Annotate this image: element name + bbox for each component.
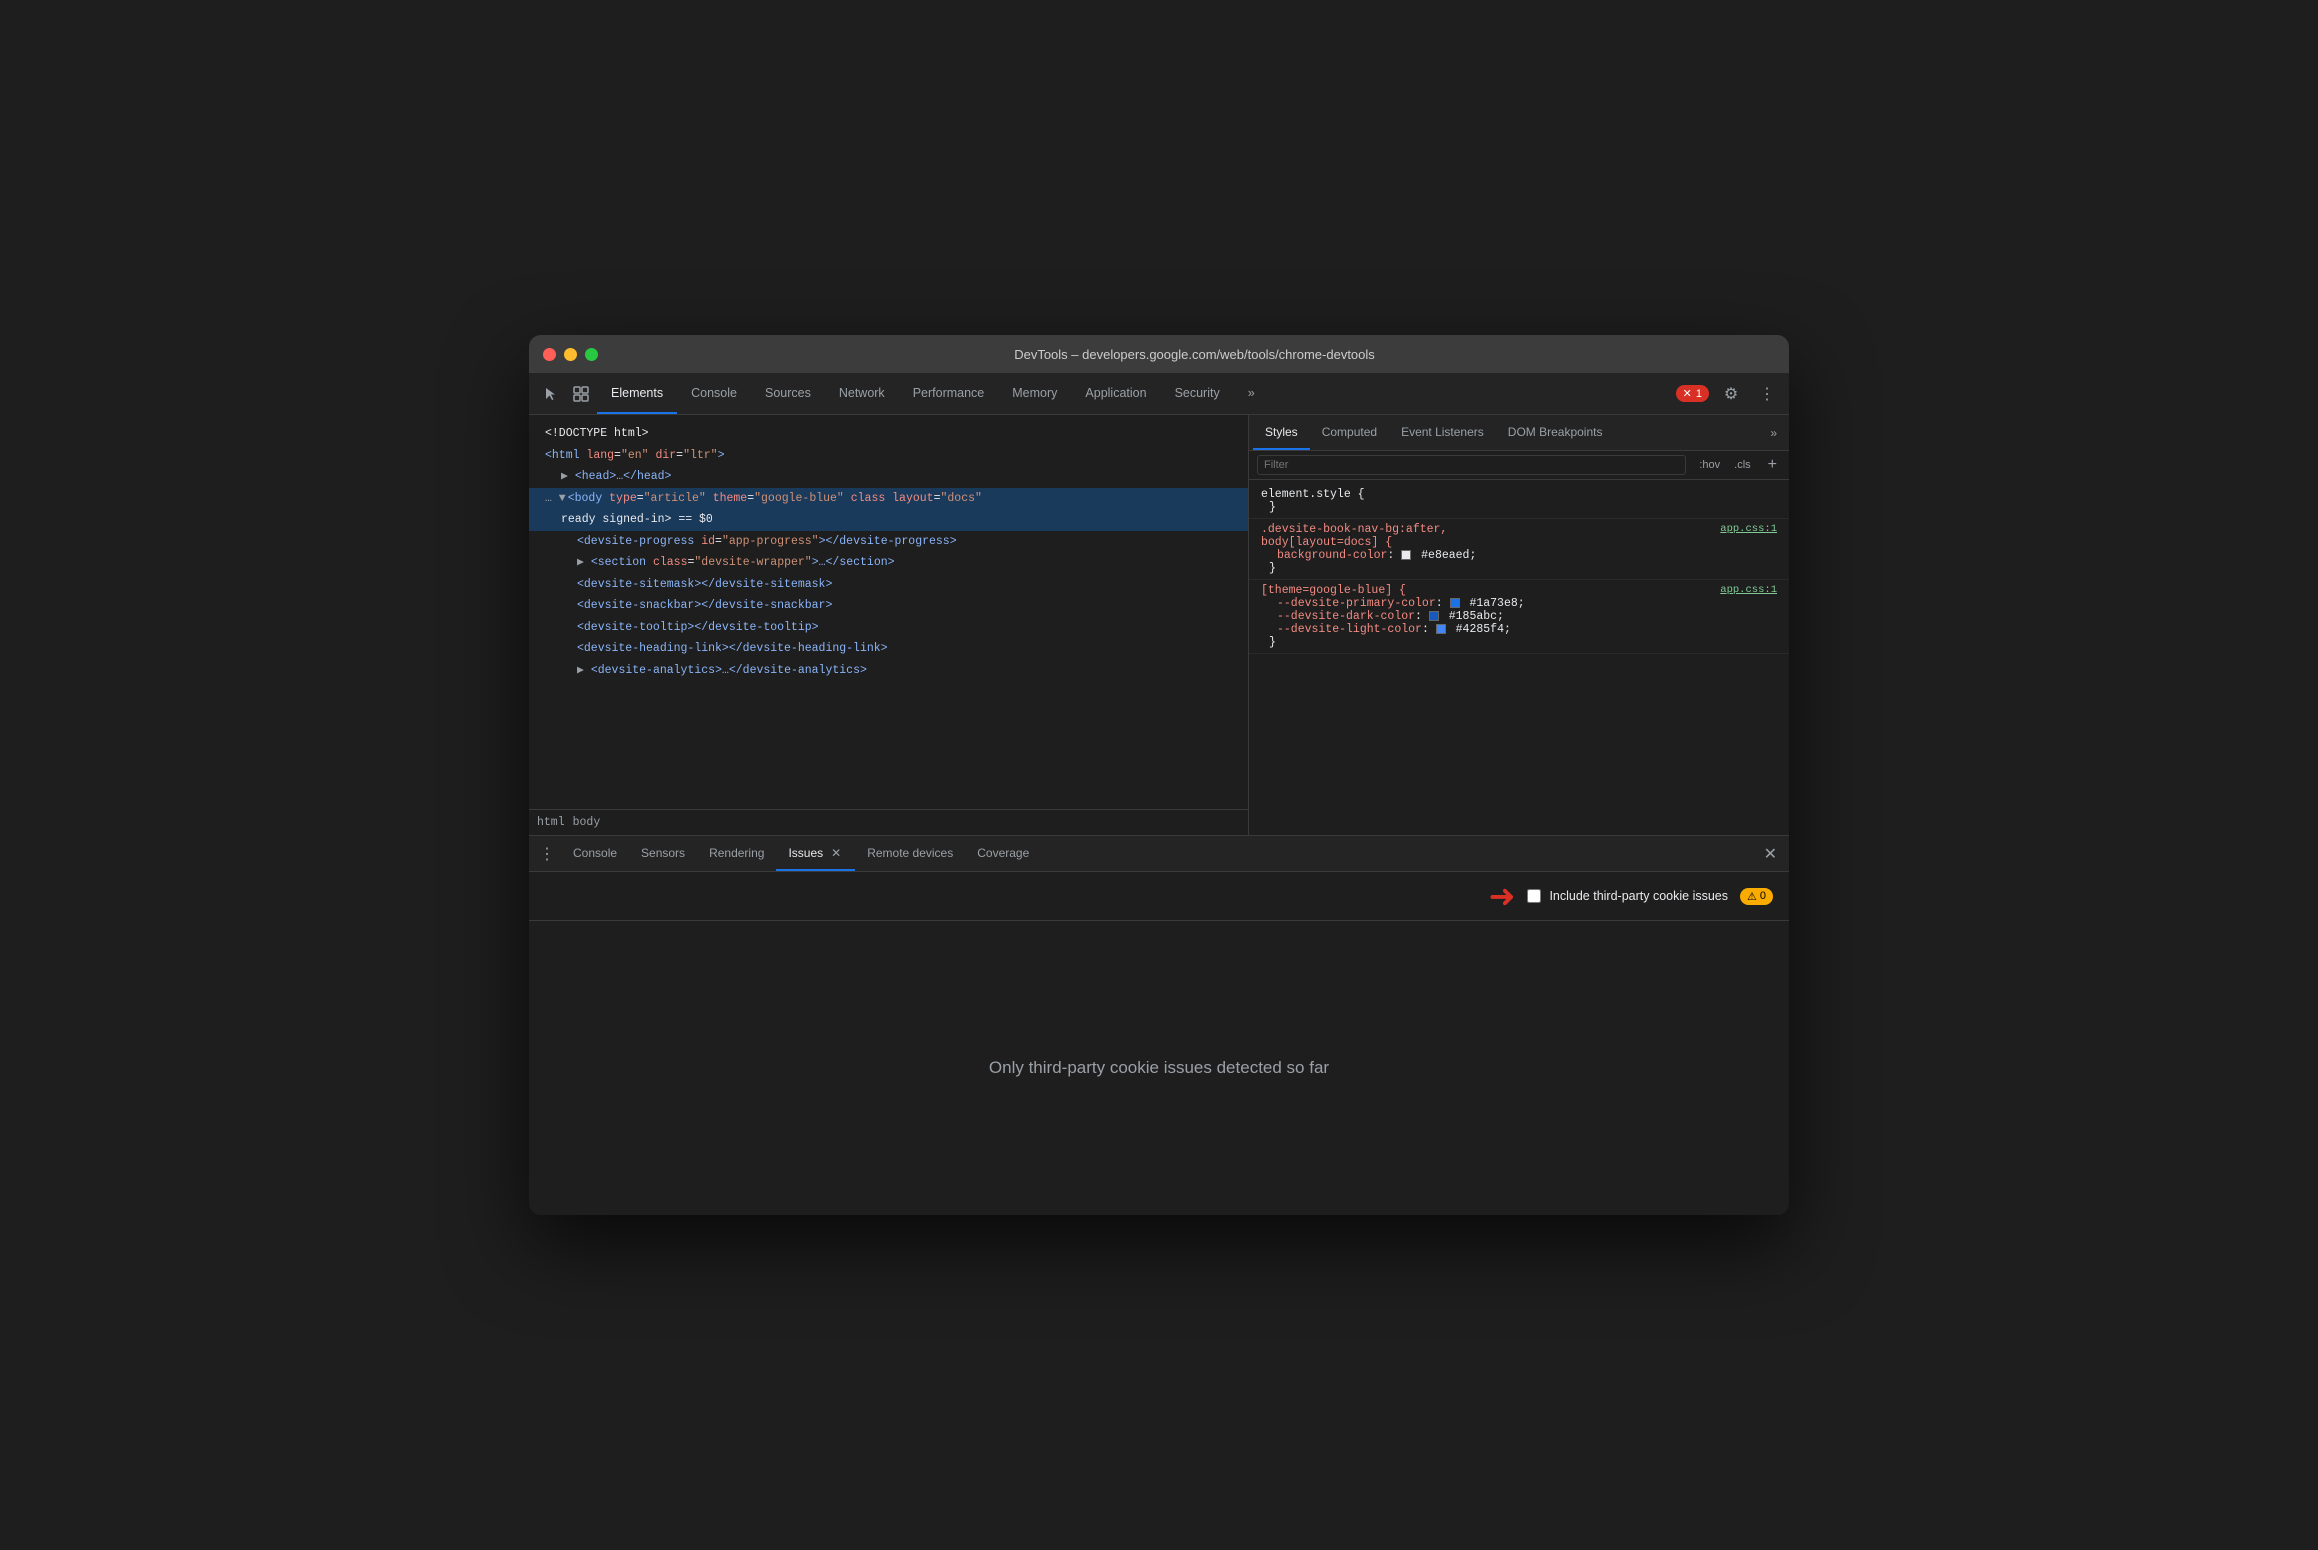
arrow-right-icon: ➜ <box>1489 880 1516 912</box>
css-prop-bg-color[interactable]: background-color: #e8eaed; <box>1261 549 1777 562</box>
css-source-2[interactable]: app.css:1 <box>1720 584 1777 596</box>
color-swatch-1a73e8[interactable] <box>1450 598 1460 608</box>
issues-controls: ➜ Include third-party cookie issues ⚠ 0 <box>1489 880 1773 912</box>
css-source-1[interactable]: app.css:1 <box>1720 523 1777 535</box>
tab-event-listeners[interactable]: Event Listeners <box>1389 415 1496 450</box>
dom-line-head[interactable]: ▶ <head>…</head> <box>529 466 1248 488</box>
css-selector-book-nav: .devsite-book-nav-bg:after, body[layout=… <box>1261 523 1777 549</box>
toolbar-right: ✕ 1 ⚙ ⋮ <box>1676 380 1781 408</box>
warning-count-badge: ⚠ 0 <box>1740 888 1773 905</box>
dom-line-devsite-progress[interactable]: <devsite-progress id="app-progress"></de… <box>529 531 1248 553</box>
settings-icon[interactable]: ⚙ <box>1717 380 1745 408</box>
issues-tab-close[interactable]: ✕ <box>829 846 843 860</box>
drawer-tab-coverage[interactable]: Coverage <box>965 836 1041 871</box>
color-swatch-185abc[interactable] <box>1429 611 1439 621</box>
dom-line-tooltip[interactable]: <devsite-tooltip></devsite-tooltip> <box>529 617 1248 639</box>
cursor-icon[interactable] <box>537 380 565 408</box>
tab-performance[interactable]: Performance <box>899 373 999 414</box>
cls-filter[interactable]: .cls <box>1729 457 1756 473</box>
drawer-close-button[interactable]: ✕ <box>1756 844 1785 864</box>
css-prop-light[interactable]: --devsite-light-color: #4285f4; <box>1261 623 1777 636</box>
dom-panel: <!DOCTYPE html> <html lang="en" dir="ltr… <box>529 415 1249 835</box>
devtools-window: DevTools – developers.google.com/web/too… <box>529 335 1789 1215</box>
dom-line-doctype: <!DOCTYPE html> <box>529 423 1248 445</box>
devtools-toolbar: Elements Console Sources Network Perform… <box>529 373 1789 415</box>
hov-filter[interactable]: :hov <box>1694 457 1725 473</box>
css-selector-theme-google-blue: [theme=google-blue] { app.css:1 <box>1261 584 1777 597</box>
tab-styles[interactable]: Styles <box>1253 415 1310 450</box>
color-swatch-4285f4[interactable] <box>1436 624 1446 634</box>
color-swatch-e8eaed[interactable] <box>1401 550 1411 560</box>
filter-badges: :hov .cls <box>1694 457 1755 473</box>
error-count: 1 <box>1696 388 1702 400</box>
drawer-menu-icon[interactable]: ⋮ <box>533 840 561 868</box>
drawer-tab-issues[interactable]: Issues ✕ <box>776 836 855 871</box>
more-options-icon[interactable]: ⋮ <box>1753 380 1781 408</box>
styles-tab-bar: Styles Computed Event Listeners DOM Brea… <box>1249 415 1789 451</box>
dom-line-sitemask[interactable]: <devsite-sitemask></devsite-sitemask> <box>529 574 1248 596</box>
dom-line-html[interactable]: <html lang="en" dir="ltr"> <box>529 445 1248 467</box>
tab-memory[interactable]: Memory <box>998 373 1071 414</box>
breadcrumb-html[interactable]: html <box>537 816 565 829</box>
filter-input[interactable] <box>1257 455 1686 475</box>
warning-icon: ⚠ <box>1747 890 1757 903</box>
css-rules: element.style { } .devsite-book-nav-bg:a… <box>1249 480 1789 835</box>
include-third-party-label: Include third-party cookie issues <box>1549 889 1728 903</box>
tab-dom-breakpoints[interactable]: DOM Breakpoints <box>1496 415 1615 450</box>
drawer-tab-bar: ⋮ Console Sensors Rendering Issues ✕ Rem… <box>529 836 1789 872</box>
tab-more[interactable]: » <box>1234 373 1269 414</box>
dom-line-heading-link[interactable]: <devsite-heading-link></devsite-heading-… <box>529 638 1248 660</box>
dom-line-section[interactable]: ▶ <section class="devsite-wrapper">…</se… <box>529 552 1248 574</box>
issues-empty-message: Only third-party cookie issues detected … <box>529 921 1789 1215</box>
bottom-drawer: ⋮ Console Sensors Rendering Issues ✕ Rem… <box>529 835 1789 1215</box>
error-badge[interactable]: ✕ 1 <box>1676 385 1709 402</box>
css-selector-element-style: element.style { <box>1261 488 1777 501</box>
styles-panel: Styles Computed Event Listeners DOM Brea… <box>1249 415 1789 835</box>
warning-count: 0 <box>1760 890 1766 902</box>
maximize-button[interactable] <box>585 348 598 361</box>
drawer-tab-sensors[interactable]: Sensors <box>629 836 697 871</box>
error-icon: ✕ <box>1683 387 1692 400</box>
css-rule-theme-google-blue: [theme=google-blue] { app.css:1 --devsit… <box>1249 580 1789 654</box>
traffic-lights <box>543 348 598 361</box>
css-prop-dark[interactable]: --devsite-dark-color: #185abc; <box>1261 610 1777 623</box>
issues-toolbar: ➜ Include third-party cookie issues ⚠ 0 <box>529 872 1789 921</box>
dom-line-body-attrs[interactable]: ready signed-in> == $0 <box>529 509 1248 531</box>
dom-line-body[interactable]: … ▼<body type="article" theme="google-bl… <box>529 488 1248 510</box>
css-rule-element-style: element.style { } <box>1249 484 1789 519</box>
drawer-tab-remote-devices[interactable]: Remote devices <box>855 836 965 871</box>
tab-network[interactable]: Network <box>825 373 899 414</box>
main-tab-bar: Elements Console Sources Network Perform… <box>597 373 1269 414</box>
breadcrumb-body[interactable]: body <box>573 816 601 829</box>
tab-elements[interactable]: Elements <box>597 373 677 414</box>
include-third-party-checkbox[interactable] <box>1527 889 1541 903</box>
inspect-icon[interactable] <box>567 380 595 408</box>
close-button[interactable] <box>543 348 556 361</box>
styles-tab-more[interactable]: » <box>1762 426 1785 440</box>
tab-security[interactable]: Security <box>1161 373 1234 414</box>
dom-line-snackbar[interactable]: <devsite-snackbar></devsite-snackbar> <box>529 595 1248 617</box>
devtools-main: <!DOCTYPE html> <html lang="en" dir="ltr… <box>529 415 1789 835</box>
tab-application[interactable]: Application <box>1071 373 1160 414</box>
filter-bar: :hov .cls + <box>1249 451 1789 480</box>
issues-panel: ➜ Include third-party cookie issues ⚠ 0 … <box>529 872 1789 1215</box>
add-style-rule[interactable]: + <box>1764 456 1781 474</box>
breadcrumb: html body <box>529 809 1248 835</box>
drawer-tab-rendering[interactable]: Rendering <box>697 836 776 871</box>
window-title: DevTools – developers.google.com/web/too… <box>614 347 1775 362</box>
drawer-tab-console[interactable]: Console <box>561 836 629 871</box>
titlebar: DevTools – developers.google.com/web/too… <box>529 335 1789 373</box>
tab-console[interactable]: Console <box>677 373 751 414</box>
tab-sources[interactable]: Sources <box>751 373 825 414</box>
dom-line-analytics[interactable]: ▶ <devsite-analytics>…</devsite-analytic… <box>529 660 1248 682</box>
tab-computed[interactable]: Computed <box>1310 415 1389 450</box>
css-rule-devsite-book-nav: .devsite-book-nav-bg:after, body[layout=… <box>1249 519 1789 580</box>
dom-tree[interactable]: <!DOCTYPE html> <html lang="en" dir="ltr… <box>529 415 1248 809</box>
include-third-party-wrapper: Include third-party cookie issues <box>1527 889 1728 903</box>
css-prop-primary[interactable]: --devsite-primary-color: #1a73e8; <box>1261 597 1777 610</box>
minimize-button[interactable] <box>564 348 577 361</box>
